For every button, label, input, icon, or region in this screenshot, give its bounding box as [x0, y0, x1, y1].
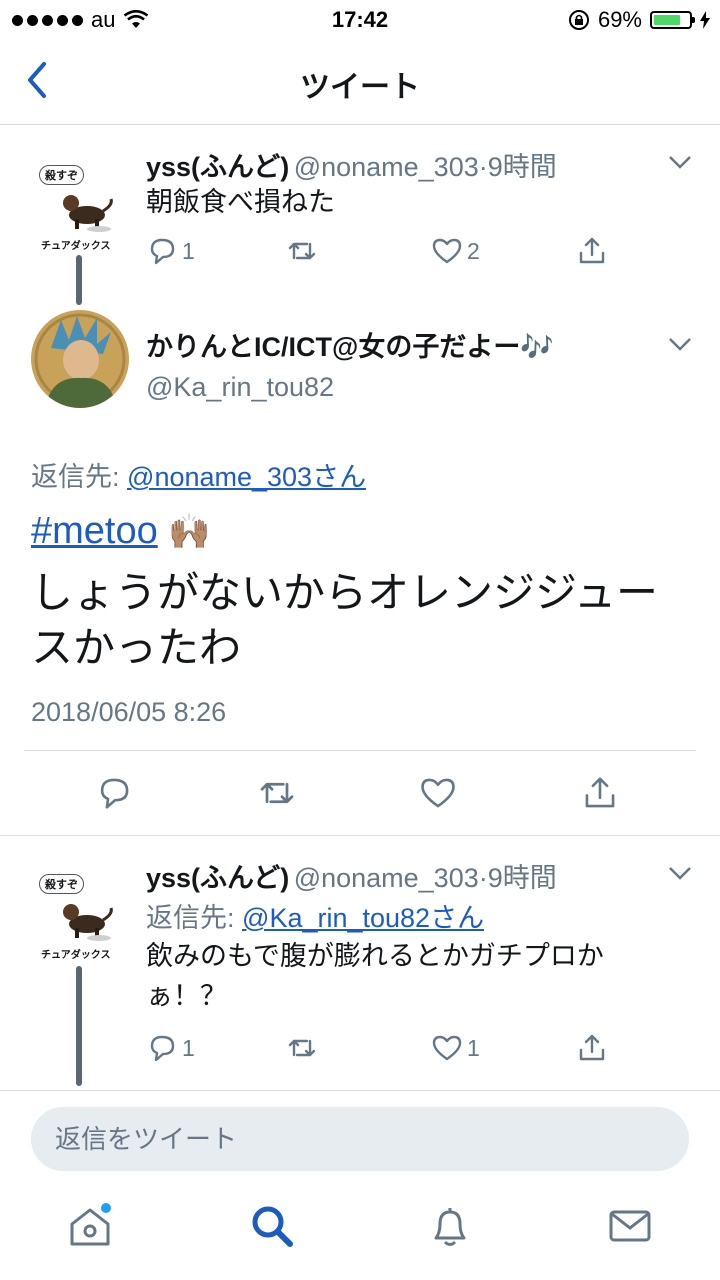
author-name[interactable]: かりんとIC/ICT@女の子だよー🎶 — [146, 325, 554, 364]
reply-composer-bar: 返信をツイート — [0, 1090, 720, 1181]
avatar-caption-top: 殺すぞ — [39, 165, 84, 185]
search-icon[interactable] — [246, 1200, 298, 1252]
tweet-timestamp: 2018/06/05 8:26 — [31, 697, 227, 727]
reply-to-user-link[interactable]: @noname_303さん — [127, 462, 366, 492]
charging-icon — [700, 11, 710, 29]
reply-to-user-link[interactable]: @Ka_rin_tou82さん — [242, 903, 484, 933]
battery-icon — [650, 11, 695, 29]
battery-percent: 69% — [597, 7, 642, 32]
reply-count: 1 — [182, 237, 195, 264]
home-icon[interactable] — [64, 1200, 116, 1252]
reply-icon — [100, 778, 129, 809]
like-button[interactable] — [419, 774, 581, 812]
share-button[interactable] — [581, 774, 619, 812]
divider — [24, 750, 696, 751]
share-button[interactable] — [576, 235, 608, 267]
chevron-down-icon[interactable] — [668, 866, 692, 880]
orientation-lock-icon — [568, 10, 589, 30]
retweet-icon — [260, 782, 294, 804]
share-icon — [579, 1034, 605, 1061]
timestamp[interactable]: 9時間 — [488, 863, 557, 893]
like-count: 1 — [467, 1034, 480, 1061]
dog-icon — [63, 904, 113, 941]
avatar-caption-bottom: チュアダックス — [41, 950, 111, 961]
share-button[interactable] — [576, 1032, 608, 1064]
chevron-down-icon[interactable] — [668, 155, 692, 169]
avatar-caption-bottom: チュアダックス — [41, 241, 111, 252]
heart-icon — [432, 1035, 462, 1061]
chevron-down-icon[interactable] — [668, 337, 692, 351]
raised-hands-emoji: 🙌🏽 — [168, 513, 211, 551]
reply-button[interactable]: 1 — [146, 1032, 286, 1064]
avatar-caption-top: 殺すぞ — [39, 874, 84, 894]
share-icon — [585, 777, 615, 808]
author-name[interactable]: yss(ふんど) — [146, 863, 289, 893]
retweet-button[interactable] — [286, 1032, 431, 1064]
author-handle[interactable]: @Ka_rin_tou82 — [146, 372, 554, 403]
retweet-icon — [288, 1039, 316, 1057]
reply-button[interactable]: 1 — [146, 235, 286, 267]
character-avatar-icon — [31, 310, 129, 408]
thread-line — [76, 966, 82, 1086]
bell-icon[interactable] — [424, 1200, 476, 1252]
tweet-text: 朝飯食べ損ねた — [146, 187, 335, 217]
page-title: ツイート — [300, 71, 420, 104]
avatar[interactable] — [31, 310, 129, 408]
reply-icon — [150, 238, 175, 265]
like-button[interactable]: 1 — [431, 1032, 576, 1064]
reply-input[interactable]: 返信をツイート — [31, 1107, 689, 1171]
dog-icon — [63, 195, 113, 232]
share-icon — [579, 237, 605, 264]
focused-tweet: かりんとIC/ICT@女の子だよー🎶 @Ka_rin_tou82 返信先: @n… — [0, 295, 720, 835]
tab-bar — [0, 1180, 720, 1280]
mail-icon[interactable] — [604, 1200, 656, 1252]
reply-to-label: 返信先: — [146, 903, 235, 933]
tweet-card[interactable]: 殺すぞ チュアダックス yss(ふんど) @noname_303·9時間 朝飯食… — [0, 125, 720, 305]
tweet-text: 飲みのもで腹が膨れるとかガチプロかぁ！？ — [146, 941, 604, 1011]
retweet-button[interactable] — [286, 235, 431, 267]
author-handle[interactable]: @noname_303 — [294, 152, 479, 182]
like-count: 2 — [467, 237, 480, 264]
hashtag-link[interactable]: #metoo — [31, 510, 158, 552]
reply-button[interactable] — [95, 774, 257, 812]
avatar[interactable]: 殺すぞ チュアダックス — [33, 163, 125, 253]
like-button[interactable]: 2 — [431, 235, 576, 267]
author-handle[interactable]: @noname_303 — [294, 863, 479, 893]
separator: · — [478, 152, 488, 182]
separator: · — [478, 863, 488, 893]
notification-dot — [101, 1203, 111, 1213]
author-name[interactable]: yss(ふんど) — [146, 152, 289, 182]
timestamp[interactable]: 9時間 — [488, 152, 557, 182]
tweet-text: しょうがないからオレンジジュースかったわ — [31, 569, 659, 671]
status-bar: au 17:42 69% — [0, 0, 720, 40]
retweet-button[interactable] — [257, 773, 419, 813]
tweet-card[interactable]: 殺すぞ チュアダックス yss(ふんど) @noname_303·9時間 返信先… — [0, 836, 720, 1090]
reply-count: 1 — [182, 1034, 195, 1061]
avatar[interactable]: 殺すぞ チュアダックス — [33, 872, 125, 962]
heart-icon — [432, 238, 462, 264]
reply-to-label: 返信先: — [31, 462, 120, 492]
reply-icon — [150, 1035, 175, 1062]
nav-bar: ツイート — [0, 40, 720, 125]
heart-icon — [421, 778, 455, 808]
retweet-icon — [288, 242, 316, 260]
